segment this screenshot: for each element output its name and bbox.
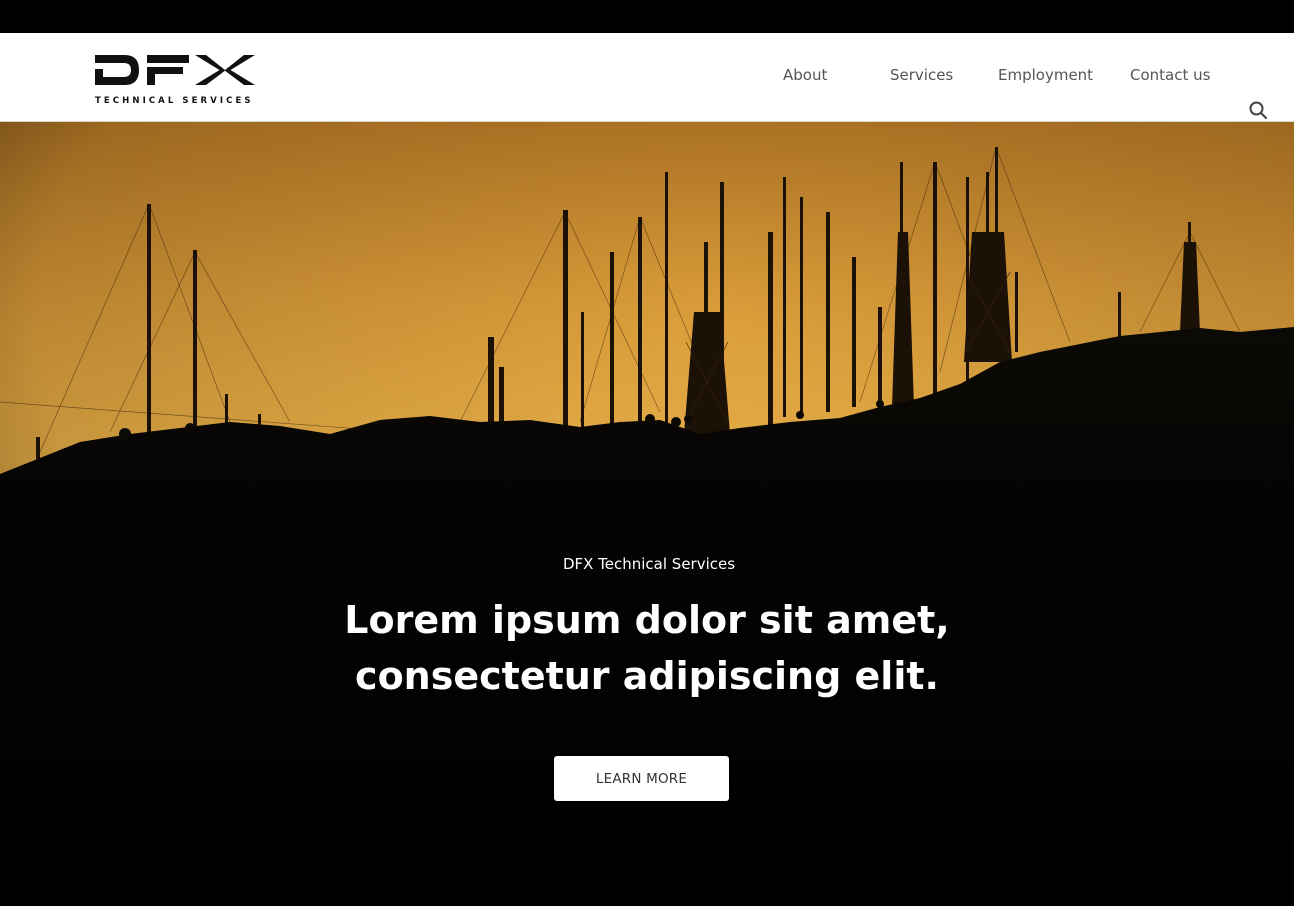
hero-content: DFX Technical Services Lorem ipsum dolor… xyxy=(0,122,1294,906)
learn-more-button[interactable]: LEARN MORE xyxy=(554,756,729,801)
site-logo[interactable]: TECHNICAL SERVICES xyxy=(95,51,255,107)
hero-eyebrow: DFX Technical Services xyxy=(562,555,736,573)
dfx-logo-mark xyxy=(95,55,255,85)
nav-item-contact[interactable]: Contact us xyxy=(1130,66,1210,84)
hero-headline: Lorem ipsum dolor sit amet, consectetur … xyxy=(0,592,1294,704)
top-black-bar xyxy=(0,0,1294,33)
site-header: TECHNICAL SERVICES About Services Employ… xyxy=(0,33,1294,122)
logo-tagline: TECHNICAL SERVICES xyxy=(95,96,254,106)
hero-section: DFX Technical Services Lorem ipsum dolor… xyxy=(0,122,1294,906)
hero-headline-line-1: Lorem ipsum dolor sit amet, xyxy=(344,598,950,642)
hero-headline-line-2: consectetur adipiscing elit. xyxy=(355,654,939,698)
nav-item-about[interactable]: About xyxy=(783,66,827,84)
nav-item-services[interactable]: Services xyxy=(890,66,953,84)
nav-item-employment[interactable]: Employment xyxy=(998,66,1093,84)
search-icon[interactable] xyxy=(1248,100,1268,120)
